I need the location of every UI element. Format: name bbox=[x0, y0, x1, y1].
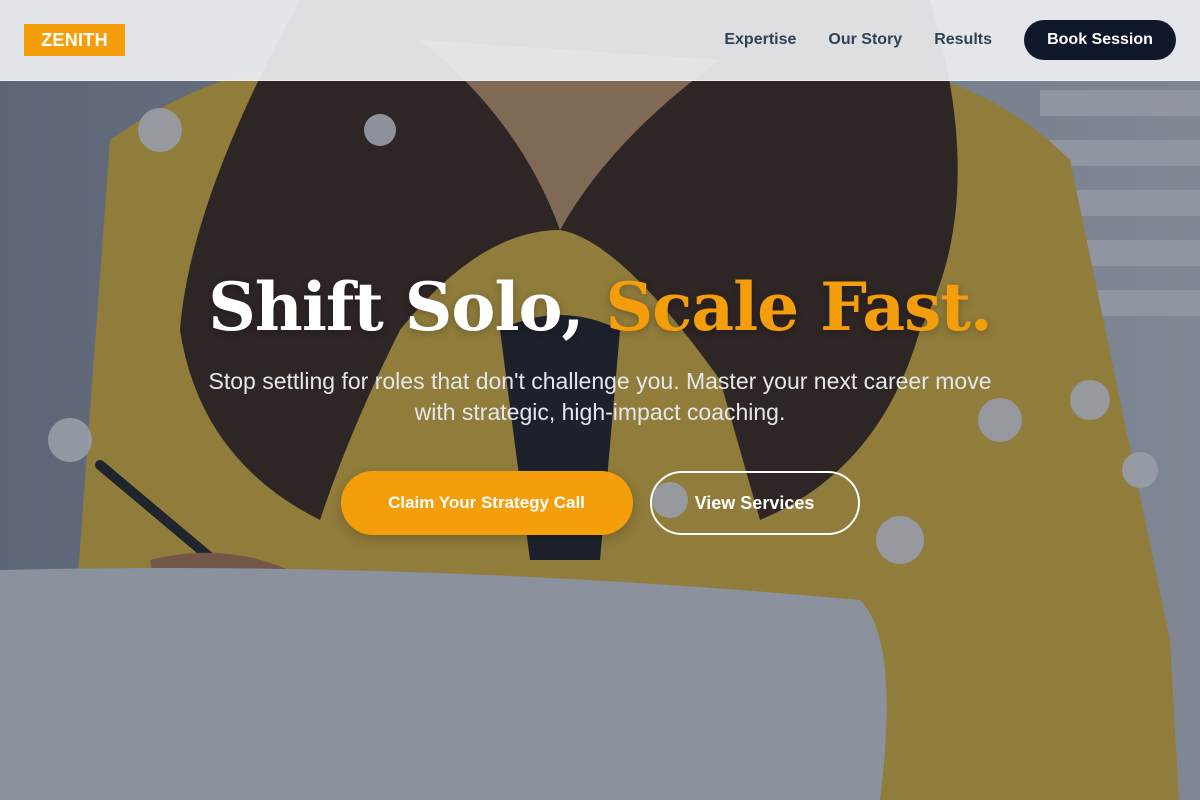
hero-section: Shift Solo, Scale Fast. Stop settling fo… bbox=[0, 262, 1200, 535]
claim-strategy-call-button[interactable]: Claim Your Strategy Call bbox=[340, 471, 633, 535]
nav-link-results[interactable]: Results bbox=[934, 31, 992, 49]
top-navigation-bar: ZENITH Expertise Our Story Results Book … bbox=[0, 0, 1200, 81]
brand-logo[interactable]: ZENITH bbox=[24, 24, 125, 56]
hero-button-group: Claim Your Strategy Call View Services bbox=[340, 471, 860, 535]
nav-menu: Expertise Our Story Results Book Session bbox=[724, 20, 1176, 60]
view-services-button[interactable]: View Services bbox=[649, 471, 860, 535]
hero-title-main: Shift Solo, bbox=[208, 268, 606, 346]
book-session-button[interactable]: Book Session bbox=[1024, 20, 1176, 60]
nav-link-our-story[interactable]: Our Story bbox=[828, 31, 902, 49]
hero-title-accent: Scale Fast. bbox=[605, 268, 993, 346]
hero-subtitle: Stop settling for roles that don't chall… bbox=[208, 368, 992, 425]
hero-title: Shift Solo, Scale Fast. bbox=[208, 262, 993, 352]
nav-link-expertise[interactable]: Expertise bbox=[724, 31, 796, 49]
